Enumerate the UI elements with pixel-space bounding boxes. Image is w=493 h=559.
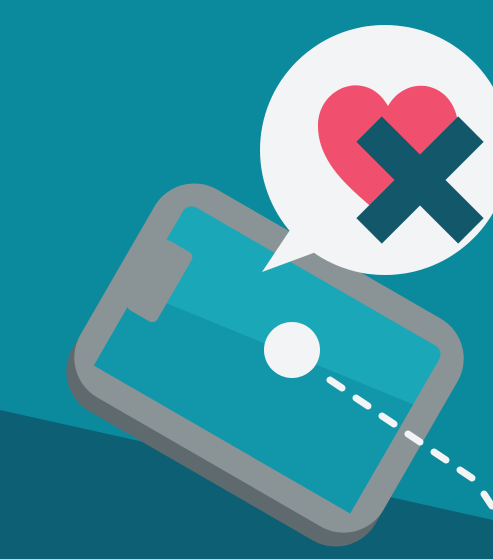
illustration-canvas bbox=[0, 0, 493, 559]
illustration-scene bbox=[0, 0, 493, 559]
touch-point-icon bbox=[264, 322, 320, 378]
